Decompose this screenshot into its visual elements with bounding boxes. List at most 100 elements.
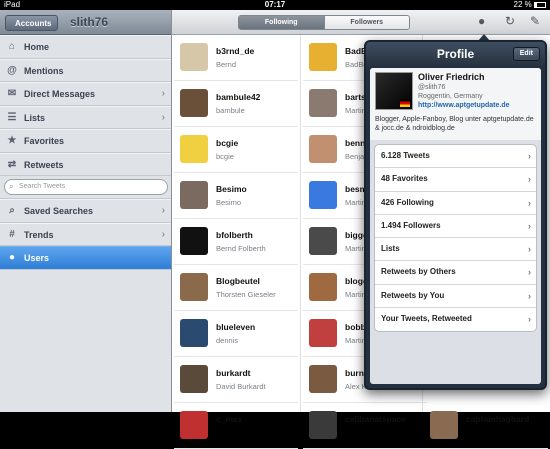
edit-button[interactable]: Edit: [512, 47, 540, 61]
user-cell[interactable]: bfolberth Bernd Folberth: [174, 219, 298, 265]
clock: 07:17: [264, 0, 286, 9]
profile-stat-row[interactable]: Retweets by Others ›: [375, 261, 536, 285]
accounts-button[interactable]: Accounts: [5, 15, 59, 31]
search-input[interactable]: ⌕ Search Tweets: [4, 179, 168, 195]
user-name: Martin: [345, 198, 366, 207]
sidebar-item-direct-messages[interactable]: ✉ Direct Messages ›: [0, 82, 171, 106]
sidebar-item-label: Direct Messages: [24, 89, 96, 99]
sidebar-item-label: Retweets: [24, 159, 64, 170]
chevron-right-icon: ›: [161, 228, 165, 240]
user-cell[interactable]: b3rnd_de Bernd: [174, 35, 298, 81]
nav-list-secondary: ⌕ Saved Searches › # Trends › ● Users: [0, 199, 171, 270]
profile-icon[interactable]: ●: [478, 14, 485, 28]
profile-stat-row[interactable]: Retweets by You ›: [375, 285, 536, 309]
sidebar-item-label: Users: [24, 253, 50, 263]
sidebar-item-favorites[interactable]: ★ Favorites: [0, 129, 171, 153]
profile-card: Oliver Friedrich @slith76 Roggentin, Ger…: [370, 68, 541, 140]
battery-indicator: 22 %: [514, 0, 546, 10]
envelope-icon: ✉: [7, 88, 17, 99]
avatar: [430, 411, 458, 439]
avatar: [309, 89, 337, 117]
profile-stat-row[interactable]: 6.128 Tweets ›: [375, 145, 536, 169]
user-handle: calibanatspace: [345, 414, 406, 424]
status-bar: iPad 07:17 22 %: [0, 0, 550, 10]
chevron-right-icon: ›: [528, 174, 531, 185]
sidebar-item-home[interactable]: ⌂ Home: [0, 35, 171, 59]
sidebar-item-retweets[interactable]: ⇄ Retweets: [0, 152, 171, 176]
avatar: [180, 181, 208, 209]
user-name: David Burkardt: [216, 382, 266, 391]
at-icon: @: [7, 64, 17, 76]
user-cell[interactable]: bambule42 bambule: [174, 81, 298, 127]
user-handle: bcgie: [216, 138, 239, 148]
popover-header: Profile Edit: [366, 42, 545, 66]
user-cell[interactable]: blueleven dennis: [174, 311, 298, 357]
toolbar: Following Followers ● ↻ ✎: [172, 10, 550, 35]
flag-icon: [400, 99, 410, 107]
sidebar-item-users[interactable]: ● Users: [0, 246, 171, 270]
tab-following[interactable]: Following: [239, 16, 324, 29]
user-handle: bambule42: [216, 92, 261, 102]
chevron-right-icon: ›: [528, 197, 531, 208]
user-name: Martin: [345, 290, 366, 299]
sidebar-item-label: Saved Searches: [24, 206, 94, 216]
avatar: [309, 227, 337, 255]
avatar: [309, 43, 337, 71]
chevron-right-icon: ›: [528, 267, 531, 278]
sidebar-item-lists[interactable]: ☰ Lists ›: [0, 105, 171, 129]
sidebar-item-mentions[interactable]: @ Mentions: [0, 58, 171, 82]
refresh-icon[interactable]: ↻: [505, 14, 515, 28]
sidebar-item-label: Lists: [24, 112, 46, 123]
profile-stat-row[interactable]: 426 Following ›: [375, 192, 536, 215]
user-cell[interactable]: Besimo Besimo: [174, 173, 298, 219]
user-handle: Blogbeutel: [216, 276, 260, 286]
avatar: [180, 89, 208, 117]
avatar: [375, 72, 413, 110]
user-handle: burkardt: [216, 368, 251, 378]
user-cell[interactable]: calibanatspace: [303, 403, 427, 449]
sidebar-item-label: Trends: [24, 229, 54, 240]
follow-segmented-control: Following Followers: [238, 15, 410, 30]
chevron-right-icon: ›: [161, 88, 165, 99]
user-cell[interactable]: captainhagbard: [424, 403, 548, 449]
user-name: dennis: [216, 336, 239, 345]
user-name: Martin: [345, 336, 366, 345]
battery-text: 22 %: [513, 0, 532, 9]
profile-stat-row[interactable]: 48 Favorites ›: [375, 168, 536, 192]
profile-popover: Profile Edit Oliver Friedrich @slith76 R…: [364, 40, 547, 390]
avatar: [309, 411, 337, 439]
user-name: Besimo: [216, 198, 242, 207]
profile-handle: @slith76: [418, 84, 446, 91]
sidebar-header: Accounts slith76: [0, 10, 171, 35]
battery-icon: [534, 1, 546, 8]
chevron-right-icon: ›: [528, 151, 531, 161]
user-cell[interactable]: burkardt David Burkardt: [174, 357, 298, 403]
chevron-right-icon: ›: [161, 205, 165, 216]
profile-stat-label: Retweets by Others: [381, 267, 456, 277]
user-name: Martin: [345, 244, 366, 253]
retweet-icon: ⇄: [7, 158, 17, 170]
tab-followers[interactable]: Followers: [323, 16, 409, 29]
profile-url-link[interactable]: http://www.aptgetupdate.de: [418, 102, 510, 109]
avatar: [309, 319, 337, 347]
user-name: Martin: [345, 106, 366, 115]
user-handle: b3rnd_de: [216, 46, 255, 56]
profile-stat-row[interactable]: Lists ›: [375, 238, 536, 262]
user-cell[interactable]: c_mex: [174, 403, 298, 449]
search-bar: ⌕ Search Tweets: [0, 176, 171, 199]
chevron-right-icon: ›: [528, 314, 531, 325]
sidebar-item-trends[interactable]: # Trends ›: [0, 222, 171, 246]
user-name: bcgie: [216, 152, 234, 161]
hash-icon: #: [9, 228, 15, 240]
sidebar-item-saved-searches[interactable]: ⌕ Saved Searches ›: [0, 199, 171, 223]
profile-stat-row[interactable]: 1.494 Followers ›: [375, 215, 536, 239]
chevron-right-icon: ›: [161, 111, 165, 123]
user-cell[interactable]: Blogbeutel Thorsten Gieseler: [174, 265, 298, 311]
list-icon: ☰: [7, 111, 17, 123]
profile-stat-row[interactable]: Your Tweets, Retweeted ›: [375, 308, 536, 331]
user-handle: c_mex: [216, 414, 243, 424]
sidebar-item-label: Mentions: [24, 65, 64, 76]
user-cell[interactable]: bcgie bcgie: [174, 127, 298, 173]
user-handle: bfolberth: [216, 230, 253, 240]
compose-icon[interactable]: ✎: [530, 14, 540, 28]
